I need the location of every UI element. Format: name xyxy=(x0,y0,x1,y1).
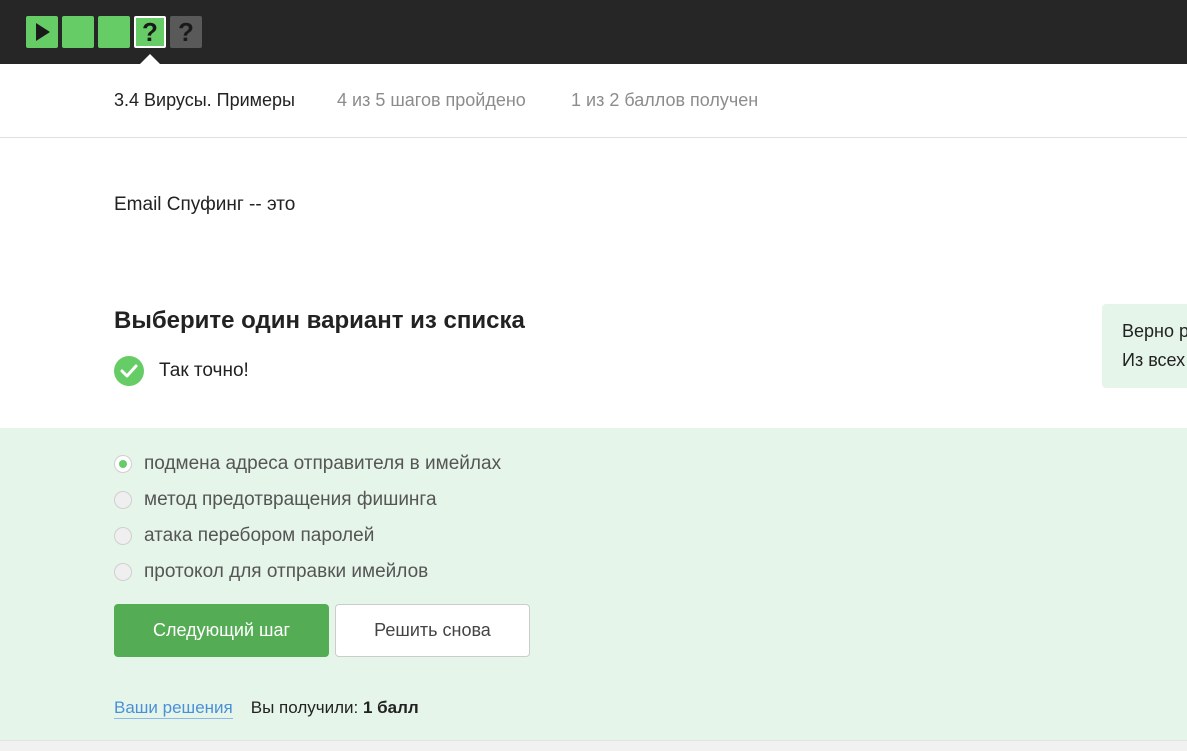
hint-panel: Верно р Из всех xyxy=(1102,304,1187,388)
radio[interactable] xyxy=(114,563,132,581)
option-label: протокол для отправки имейлов xyxy=(144,561,429,582)
lesson-progress: 4 из 5 шагов пройдено xyxy=(337,90,526,110)
check-circle-icon xyxy=(114,356,144,386)
option-2[interactable]: метод предотвращения фишинга xyxy=(114,489,437,511)
feedback-text: Так точно! xyxy=(159,360,249,381)
points-received-label: Вы получили: xyxy=(250,698,359,717)
correct-feedback: Так точно! xyxy=(114,356,249,386)
hint-line-1: Верно р xyxy=(1122,321,1187,341)
lesson-header: 3.4 Вирусы. Примеры 4 из 5 шагов пройден… xyxy=(0,64,1187,138)
option-4[interactable]: протокол для отправки имейлов xyxy=(114,561,428,583)
play-icon xyxy=(36,23,50,41)
step-1-video[interactable] xyxy=(26,16,58,48)
step-2[interactable] xyxy=(62,16,94,48)
radio-selected[interactable] xyxy=(114,455,132,473)
your-solutions-link[interactable]: Ваши решения xyxy=(114,698,233,719)
current-step-caret xyxy=(140,54,160,64)
option-label: метод предотвращения фишинга xyxy=(144,489,437,510)
radio[interactable] xyxy=(114,527,132,545)
question-mark-icon: ? xyxy=(178,17,194,47)
option-3[interactable]: атака перебором паролей xyxy=(114,525,374,547)
question-text: Email Спуфинг -- это xyxy=(114,194,296,215)
option-label: атака перебором паролей xyxy=(144,525,375,546)
question-mark-icon: ? xyxy=(142,17,158,47)
next-step-button[interactable]: Следующий шаг xyxy=(114,604,329,657)
lesson-score: 1 из 2 баллов получен xyxy=(571,90,759,110)
step-4-current[interactable]: ? xyxy=(134,16,166,48)
points-received-value: 1 балл xyxy=(362,698,419,717)
solve-again-button[interactable]: Решить снова xyxy=(335,604,530,657)
solutions-row: Ваши решения Вы получили: 1 балл xyxy=(114,698,419,719)
lesson-title: 3.4 Вирусы. Примеры xyxy=(114,90,295,110)
step-5[interactable]: ? xyxy=(170,16,202,48)
quiz-instruction: Выберите один вариант из списка xyxy=(114,307,525,334)
bottom-strip xyxy=(0,740,1187,751)
points-received: Вы получили: 1 балл xyxy=(251,698,419,718)
radio[interactable] xyxy=(114,491,132,509)
step-3[interactable] xyxy=(98,16,130,48)
option-1[interactable]: подмена адреса отправителя в имейлах xyxy=(114,453,501,475)
option-label: подмена адреса отправителя в имейлах xyxy=(144,453,502,474)
answer-area: подмена адреса отправителя в имейлах мет… xyxy=(0,428,1187,740)
step-navigation-bar: ? ? xyxy=(0,0,1187,64)
hint-line-2: Из всех xyxy=(1122,350,1186,370)
